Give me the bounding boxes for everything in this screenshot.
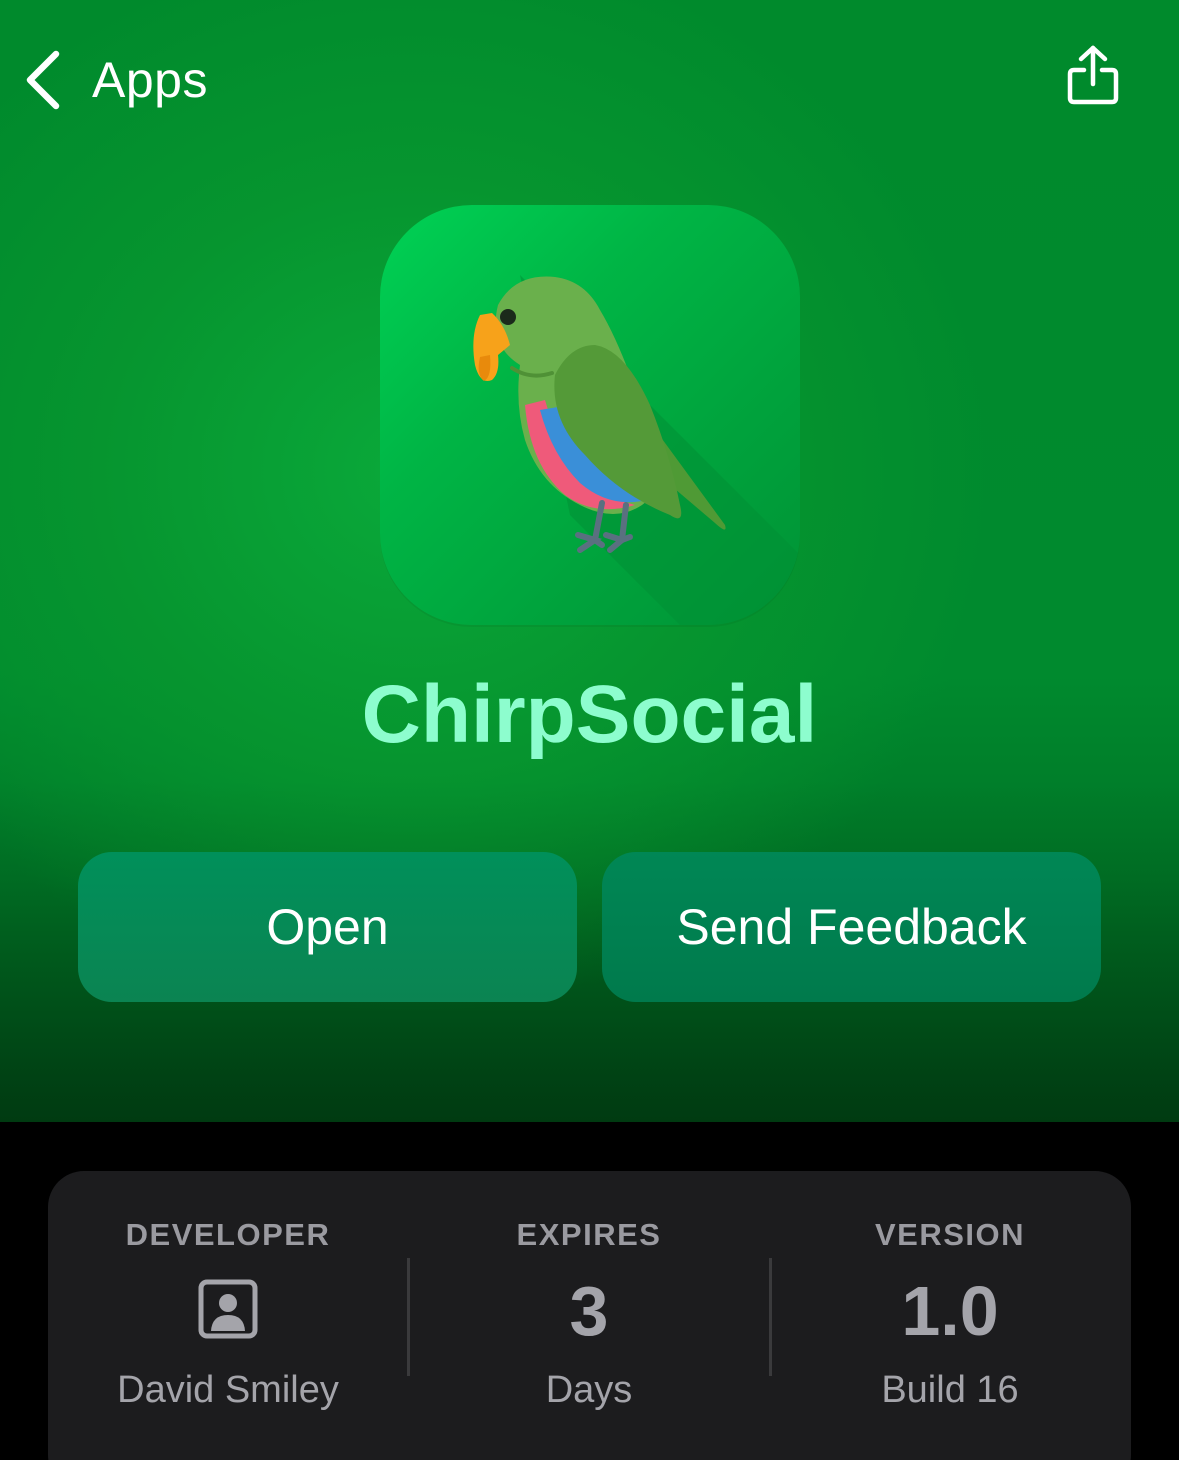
person-icon [198,1279,258,1339]
app-icon [380,205,800,625]
send-feedback-label: Send Feedback [676,899,1027,955]
share-button[interactable] [1064,44,1122,110]
open-button[interactable]: Open [78,852,577,1002]
build-number: Build 16 [881,1369,1019,1411]
app-detail-screen: Apps ChirpSocial Open Send Feedback DEVE… [0,0,1179,1460]
app-info-card: DEVELOPER David Smiley EXPIRES 3 Days VE… [48,1171,1131,1460]
share-icon [1064,45,1122,114]
send-feedback-button[interactable]: Send Feedback [602,852,1101,1002]
expires-heading: EXPIRES [516,1217,662,1252]
expires-value: 3 [569,1272,609,1350]
version-heading: VERSION [874,1217,1026,1252]
back-label: Apps [92,52,208,108]
open-button-label: Open [266,899,389,955]
developer-name: David Smiley [117,1369,339,1411]
app-name: ChirpSocial [361,669,818,760]
back-button[interactable]: Apps [22,44,208,116]
version-value: 1.0 [901,1272,999,1350]
parrot-icon [473,275,800,625]
expires-unit: Days [545,1369,633,1411]
chevron-left-icon [22,48,62,112]
developer-heading: DEVELOPER [125,1217,331,1252]
